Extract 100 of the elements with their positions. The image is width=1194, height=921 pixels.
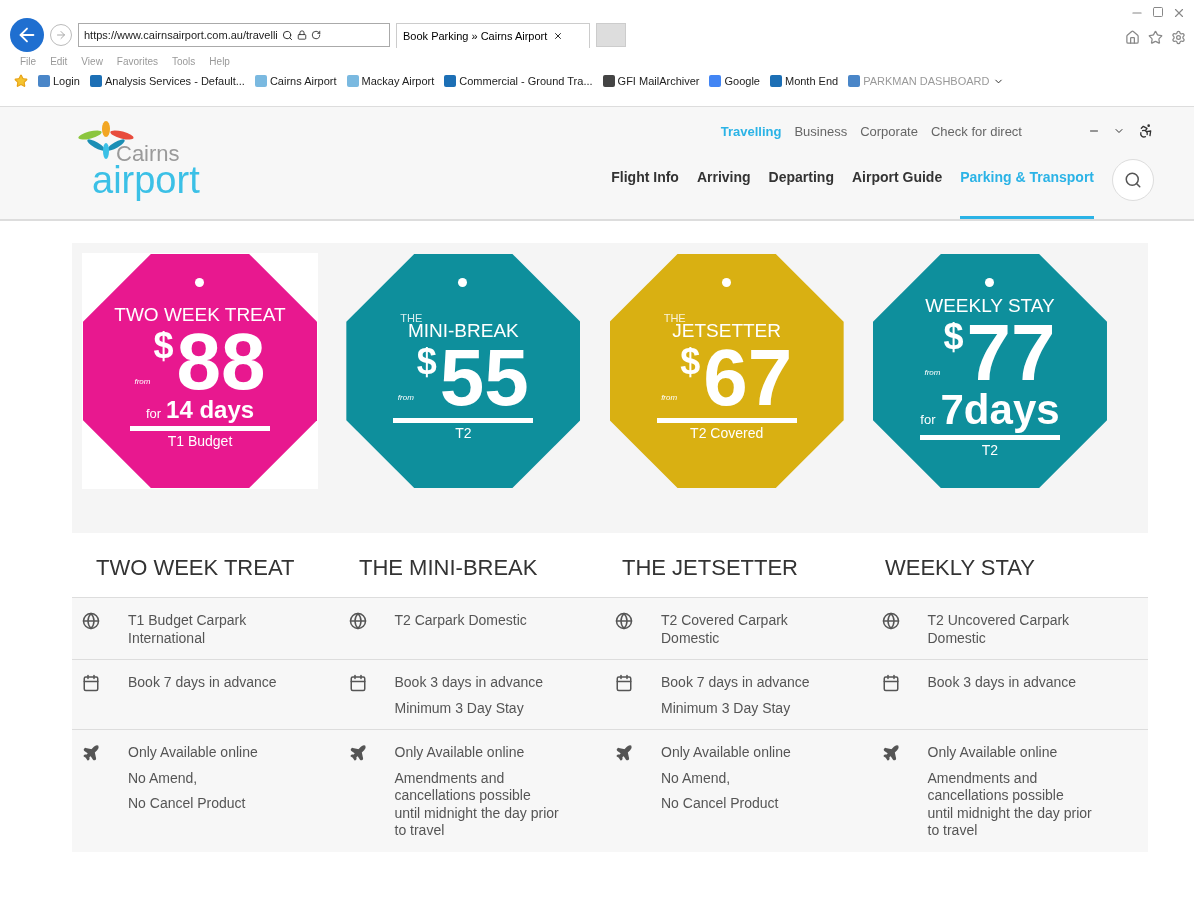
tag-title: WEEKLY STAY (925, 294, 1055, 317)
top-link[interactable]: Business (794, 123, 848, 139)
top-link[interactable]: Check for direct (930, 123, 1022, 139)
price-tag[interactable]: TWO WEEK TREAT from $88 for 14 days T1 Budget (83, 254, 317, 488)
favorite-link[interactable]: GFI MailArchiver (617, 75, 700, 87)
terminal-text: T2 (981, 441, 999, 458)
favorite-link[interactable]: Google (724, 75, 760, 87)
feature-text: T2 Covered Carpark Domestic (661, 612, 789, 647)
tag-hole-icon (458, 278, 468, 287)
accessibility-icon[interactable] (1138, 123, 1154, 139)
site-icon (769, 75, 782, 87)
feature-text: Book 7 days in advance (128, 674, 278, 692)
nav-link[interactable]: Arriving (696, 161, 751, 219)
price-tag[interactable]: WEEKLY STAY from $77 for 7days T2 (873, 254, 1107, 488)
favorite-link[interactable]: Commercial - Ground Tra... (459, 75, 593, 87)
top-link[interactable]: Corporate (860, 123, 918, 139)
menu-item[interactable]: Edit (50, 56, 68, 70)
favorite-link[interactable]: Analysis Services - Default... (104, 75, 245, 87)
price-text: 55 (439, 341, 529, 414)
search-button[interactable] (1112, 159, 1154, 201)
star-icon[interactable] (1148, 30, 1163, 45)
days-text: 7days (940, 388, 1060, 431)
favorite-link[interactable]: PARKMAN DASHBOARD (863, 75, 990, 87)
calendar-icon (348, 674, 367, 692)
feature-text: Minimum 3 Day Stay (394, 699, 525, 717)
site-icon (89, 75, 102, 87)
globe-icon (615, 612, 633, 630)
site-icon (444, 75, 457, 87)
favorite-link[interactable]: Month End (784, 75, 839, 87)
from-text: from (134, 378, 151, 386)
feature-text: Minimum 3 Day Stay (661, 699, 792, 717)
back-button[interactable] (10, 18, 44, 52)
forward-arrow-icon (55, 29, 67, 41)
price-text: 67 (703, 341, 793, 414)
plane-icon (881, 744, 900, 762)
site-icon (254, 75, 267, 87)
calendar-icon (881, 674, 900, 692)
address-bar[interactable]: https://www.cairnsairport.com.au/travelli (78, 23, 390, 47)
feature-text: Only Available online (394, 744, 526, 762)
days-text: 14 days (166, 397, 255, 422)
currency-symbol: $ (416, 345, 437, 378)
for-text: for (920, 411, 936, 427)
favorite-link[interactable]: Mackay Airport (361, 75, 435, 87)
site-icon (38, 75, 50, 87)
browser-tab[interactable]: Book Parking » Cairns Airport (396, 22, 590, 48)
feature-text: Amendments and cancellations possible until midnight the day prior to travel (394, 769, 560, 840)
from-text: from (924, 369, 941, 377)
maximize-icon[interactable] (1152, 6, 1164, 18)
nav-link[interactable]: Airport Guide (851, 161, 943, 219)
terminal-text: T2 Covered (690, 424, 764, 441)
price-text: 77 (966, 316, 1056, 389)
site-icon (602, 75, 615, 87)
nav-link[interactable]: Flight Info (611, 161, 679, 219)
site-icon (848, 75, 861, 87)
feature-text: No Cancel Product (128, 795, 247, 813)
menu-item[interactable]: Favorites (116, 56, 158, 70)
site-icon (709, 75, 722, 87)
search-icon[interactable] (281, 29, 293, 41)
menu-item[interactable]: Help (209, 56, 230, 70)
globe-icon (82, 612, 100, 630)
lock-icon (296, 30, 307, 40)
feature-text: T1 Budget Carpark International (128, 612, 248, 647)
plane-icon (615, 744, 633, 762)
price-text: 88 (176, 325, 266, 398)
plane-icon (348, 744, 367, 762)
feature-text: T2 Uncovered Carpark Domestic (927, 612, 1071, 647)
globe-icon (881, 612, 900, 630)
terminal-text: T2 (455, 424, 472, 441)
feature-text: No Amend, (128, 769, 199, 787)
globe-icon (348, 612, 367, 630)
currency-symbol: $ (943, 320, 964, 353)
currency-symbol: $ (153, 329, 174, 362)
feature-text: No Amend, (661, 769, 732, 787)
menu-item[interactable]: View (81, 56, 103, 70)
menu-item[interactable]: Tools (172, 56, 196, 70)
feature-text: No Cancel Product (661, 795, 780, 813)
url-text: https://www.cairnsairport.com.au/travelli (84, 29, 278, 41)
close-icon[interactable] (553, 30, 564, 41)
feature-text: Only Available online (128, 744, 259, 762)
search-icon (1124, 171, 1142, 189)
home-icon[interactable] (1125, 30, 1140, 45)
tag-hole-icon (195, 278, 204, 287)
feature-text: Book 3 days in advance (927, 674, 1078, 692)
from-text: from (661, 394, 678, 402)
plane-icon (82, 744, 100, 762)
feature-text: Book 3 days in advance (394, 674, 545, 692)
settings-icon[interactable] (1171, 30, 1186, 45)
tag-title: TWO WEEK TREAT (114, 303, 286, 326)
feature-text: Amendments and cancellations possible until midnight the day prior to travel (927, 769, 1093, 840)
column-heading: WEEKLY STAY (885, 555, 1036, 581)
favorite-link[interactable]: Cairns Airport (269, 75, 337, 87)
favorite-link[interactable]: Login (53, 75, 80, 87)
terminal-text: T1 Budget (167, 432, 233, 449)
star-icon[interactable] (14, 74, 28, 88)
calendar-icon (615, 674, 633, 692)
nav-link[interactable]: Departing (768, 161, 834, 219)
column-heading: THE JETSETTER (622, 555, 799, 581)
site-icon (346, 75, 359, 87)
forward-button[interactable] (50, 24, 72, 46)
refresh-icon[interactable] (310, 30, 321, 40)
